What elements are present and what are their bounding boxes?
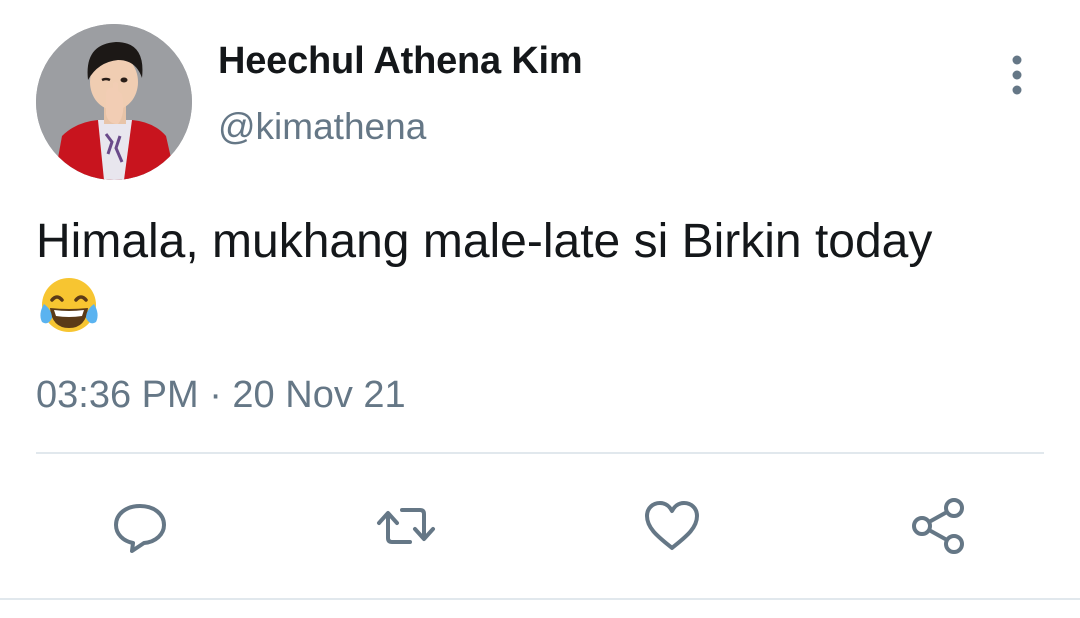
retweet-button[interactable] (374, 494, 438, 558)
more-options-button[interactable] (994, 50, 1040, 102)
avatar[interactable] (36, 24, 192, 180)
like-button[interactable] (640, 494, 704, 558)
divider (0, 598, 1080, 600)
share-button[interactable] (906, 494, 970, 558)
vertical-dots-icon (1012, 55, 1022, 95)
avatar-image (36, 24, 192, 180)
author-handle[interactable]: @kimathena (218, 106, 426, 148)
tweet-text: Himala, mukhang male-late si Birkin toda… (36, 215, 933, 268)
face-with-tears-of-joy-icon (40, 278, 98, 332)
tweet-body: Himala, mukhang male-late si Birkin toda… (36, 212, 1046, 336)
tweet-timestamp: 03:36 PM · 20 Nov 21 (36, 374, 406, 416)
reply-button[interactable] (108, 494, 172, 558)
divider (36, 452, 1044, 454)
heart-icon (645, 501, 699, 550)
retweet-icon (377, 508, 435, 544)
share-icon (912, 498, 964, 554)
reply-icon (114, 504, 166, 553)
author-display-name[interactable]: Heechul Athena Kim (218, 40, 583, 83)
